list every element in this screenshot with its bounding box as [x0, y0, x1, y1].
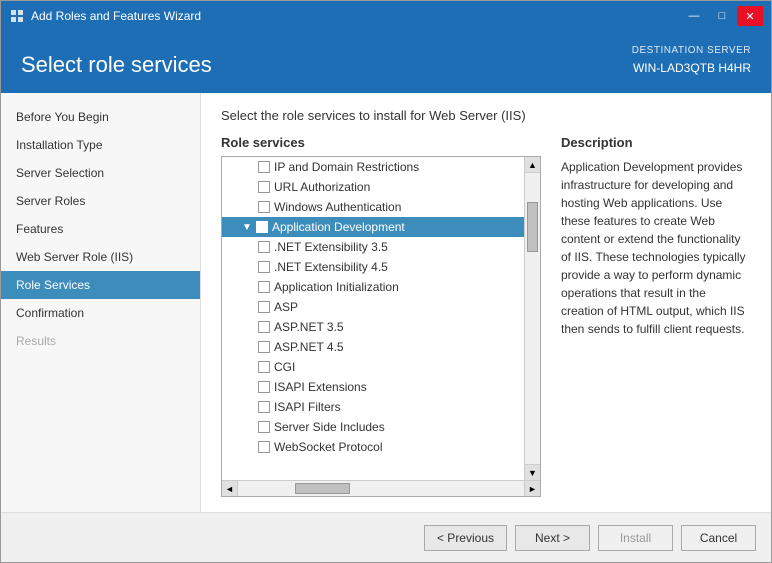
h-scroll-track [238, 481, 524, 496]
vertical-scrollbar[interactable]: ▲ ▼ [524, 157, 540, 480]
checkbox-windows-auth[interactable] [258, 201, 270, 213]
role-services-panel: Role services IP and Domain Restrictions [221, 135, 541, 497]
list-item[interactable]: ASP [222, 297, 524, 317]
item-label: CGI [274, 360, 295, 374]
content-area: Select the role services to install for … [201, 93, 771, 512]
two-col-layout: Role services IP and Domain Restrictions [221, 135, 751, 497]
sidebar-item-features[interactable]: Features [1, 215, 200, 243]
checkbox-url-auth[interactable] [258, 181, 270, 193]
scroll-right-button[interactable]: ► [524, 481, 540, 497]
h-scroll-thumb[interactable] [295, 483, 350, 494]
checkbox-isapi-ext[interactable] [258, 381, 270, 393]
checkbox-ssi[interactable] [258, 421, 270, 433]
main-content: Before You Begin Installation Type Serve… [1, 93, 771, 512]
list-item[interactable]: WebSocket Protocol [222, 437, 524, 457]
cancel-button[interactable]: Cancel [681, 525, 756, 551]
checkbox-asp[interactable] [258, 301, 270, 313]
list-item-app-dev[interactable]: ▼ Application Development [222, 217, 524, 237]
checkbox-websocket[interactable] [258, 441, 270, 453]
item-label: Server Side Includes [274, 420, 385, 434]
checkbox-net45[interactable] [258, 261, 270, 273]
item-label: ISAPI Filters [274, 400, 341, 414]
instruction-text: Select the role services to install for … [221, 108, 751, 123]
list-items-area: IP and Domain Restrictions URL Authoriza… [222, 157, 524, 480]
install-button[interactable]: Install [598, 525, 673, 551]
item-label: ISAPI Extensions [274, 380, 367, 394]
item-label: URL Authorization [274, 180, 370, 194]
item-label: IP and Domain Restrictions [274, 160, 419, 174]
minimize-button[interactable]: — [681, 6, 707, 26]
description-panel: Description Application Development prov… [561, 135, 751, 497]
expand-icon: ▼ [242, 222, 252, 233]
scroll-down-button[interactable]: ▼ [525, 464, 540, 480]
sidebar: Before You Begin Installation Type Serve… [1, 93, 201, 512]
titlebar: Add Roles and Features Wizard — □ ✕ [1, 1, 771, 31]
item-label: .NET Extensibility 4.5 [274, 260, 388, 274]
listbox-scroll-area: IP and Domain Restrictions URL Authoriza… [222, 157, 540, 480]
scroll-track [525, 173, 540, 464]
maximize-button[interactable]: □ [709, 6, 735, 26]
titlebar-controls: — □ ✕ [681, 6, 763, 26]
scroll-up-button[interactable]: ▲ [525, 157, 540, 173]
item-label: ASP.NET 3.5 [274, 320, 344, 334]
horizontal-scrollbar: ◄ ► [222, 480, 540, 496]
destination-server-label: DESTINATION SERVER [632, 43, 751, 59]
footer: < Previous Next > Install Cancel [1, 512, 771, 562]
sidebar-item-server-selection[interactable]: Server Selection [1, 159, 200, 187]
list-item[interactable]: .NET Extensibility 3.5 [222, 237, 524, 257]
sidebar-item-role-services[interactable]: Role Services [1, 271, 200, 299]
list-item[interactable]: ISAPI Extensions [222, 377, 524, 397]
list-item[interactable]: .NET Extensibility 4.5 [222, 257, 524, 277]
close-button[interactable]: ✕ [737, 6, 763, 26]
list-item[interactable]: IP and Domain Restrictions [222, 157, 524, 177]
item-label: ASP [274, 300, 298, 314]
item-label: .NET Extensibility 3.5 [274, 240, 388, 254]
checkbox-app-init[interactable] [258, 281, 270, 293]
previous-button[interactable]: < Previous [424, 525, 507, 551]
sidebar-item-results: Results [1, 327, 200, 355]
server-info: DESTINATION SERVER WIN-LAD3QTB H4HR [632, 43, 751, 78]
scroll-left-button[interactable]: ◄ [222, 481, 238, 497]
wizard-window: Add Roles and Features Wizard — □ ✕ Sele… [0, 0, 772, 563]
checkbox-cgi[interactable] [258, 361, 270, 373]
description-text: Application Development provides infrast… [561, 158, 751, 338]
app-icon [9, 8, 25, 24]
item-label: ASP.NET 4.5 [274, 340, 344, 354]
list-item[interactable]: Server Side Includes [222, 417, 524, 437]
next-button[interactable]: Next > [515, 525, 590, 551]
sidebar-item-confirmation[interactable]: Confirmation [1, 299, 200, 327]
role-services-title: Role services [221, 135, 541, 150]
window-title: Add Roles and Features Wizard [31, 9, 201, 23]
list-item[interactable]: Application Initialization [222, 277, 524, 297]
sidebar-item-installation-type[interactable]: Installation Type [1, 131, 200, 159]
list-item[interactable]: URL Authorization [222, 177, 524, 197]
server-name: WIN-LAD3QTB H4HR [632, 59, 751, 78]
checkbox-app-dev[interactable] [256, 221, 268, 233]
scroll-thumb[interactable] [527, 202, 538, 252]
checkbox-aspnet35[interactable] [258, 321, 270, 333]
list-item[interactable]: ASP.NET 3.5 [222, 317, 524, 337]
item-label: Application Development [272, 220, 405, 234]
sidebar-item-server-roles[interactable]: Server Roles [1, 187, 200, 215]
listbox-container: IP and Domain Restrictions URL Authoriza… [221, 156, 541, 497]
checkbox-ip-domain[interactable] [258, 161, 270, 173]
sidebar-item-before-you-begin[interactable]: Before You Begin [1, 103, 200, 131]
list-item[interactable]: ASP.NET 4.5 [222, 337, 524, 357]
list-item[interactable]: Windows Authentication [222, 197, 524, 217]
item-label: Windows Authentication [274, 200, 401, 214]
header-bar: Select role services DESTINATION SERVER … [1, 31, 771, 93]
checkbox-isapi-filt[interactable] [258, 401, 270, 413]
checkbox-net35[interactable] [258, 241, 270, 253]
page-title: Select role services [21, 52, 212, 78]
checkbox-aspnet45[interactable] [258, 341, 270, 353]
list-item[interactable]: ISAPI Filters [222, 397, 524, 417]
description-title: Description [561, 135, 751, 150]
titlebar-left: Add Roles and Features Wizard [9, 8, 201, 24]
sidebar-item-web-server-role[interactable]: Web Server Role (IIS) [1, 243, 200, 271]
list-item[interactable]: CGI [222, 357, 524, 377]
item-label: WebSocket Protocol [274, 440, 383, 454]
item-label: Application Initialization [274, 280, 399, 294]
